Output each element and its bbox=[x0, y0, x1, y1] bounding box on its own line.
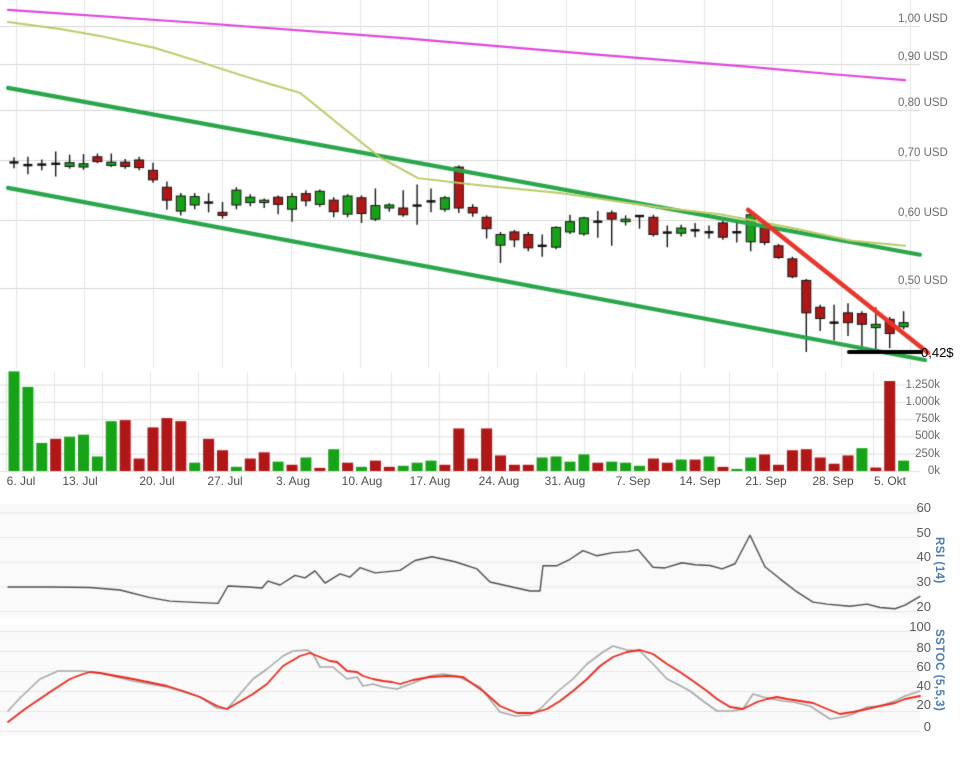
date-axis-label: 28. Sep bbox=[812, 474, 854, 488]
sstoc-axis-label: 60 bbox=[916, 659, 931, 674]
rsi-axis-label: 50 bbox=[916, 525, 931, 540]
date-axis-label: 10. Aug bbox=[341, 474, 383, 488]
sstoc-axis-label: 20 bbox=[916, 697, 931, 712]
price-axis-label: 0,90 USD bbox=[898, 51, 948, 63]
sstoc-axis-label: 100 bbox=[909, 619, 931, 634]
sstoc-panel-title: SSTOC (5,5,3) bbox=[933, 629, 945, 712]
date-axis-label: 20. Jul bbox=[139, 474, 175, 488]
volume-axis-label: 1.250k bbox=[905, 379, 940, 391]
rsi-axis-label: 60 bbox=[916, 500, 931, 515]
rsi-axis-label: 30 bbox=[916, 574, 931, 589]
volume-axis-label: 1.000k bbox=[905, 396, 940, 408]
date-axis-label: 13. Jul bbox=[62, 474, 98, 488]
volume-axis-label: 250k bbox=[915, 448, 940, 460]
date-axis-label: 14. Sep bbox=[679, 474, 721, 488]
date-axis-label: 24. Aug bbox=[478, 474, 520, 488]
price-axis-label: 0,50 USD bbox=[898, 275, 948, 287]
price-axis-label: 1,00 USD bbox=[898, 13, 948, 25]
price-axis-label: 0,80 USD bbox=[898, 97, 948, 109]
date-axis-label: 5. Okt bbox=[873, 474, 906, 488]
date-axis-label: 31. Aug bbox=[544, 474, 586, 488]
date-axis-label: 3. Aug bbox=[275, 474, 311, 488]
price-axis-label: 0,70 USD bbox=[898, 147, 948, 159]
volume-axis-label: 500k bbox=[915, 430, 940, 442]
rsi-axis-label: 40 bbox=[916, 549, 931, 564]
chart-root: 1,00 USD 0,90 USD 0,80 USD 0,70 USD 0,60… bbox=[0, 0, 968, 765]
sstoc-axis-label: 80 bbox=[916, 640, 931, 655]
sstoc-axis-label: 40 bbox=[916, 678, 931, 693]
date-axis-label: 21. Sep bbox=[745, 474, 787, 488]
date-axis-label: 27. Jul bbox=[207, 474, 243, 488]
date-axis-label: 17. Aug bbox=[409, 474, 451, 488]
rsi-axis-label: 20 bbox=[916, 599, 931, 614]
price-axis-label: 0,60 USD bbox=[898, 207, 948, 219]
date-axis-label: 6. Jul bbox=[6, 474, 36, 488]
sstoc-axis-label: 0 bbox=[923, 719, 931, 734]
volume-axis-label: 750k bbox=[915, 413, 940, 425]
rsi-panel-title: RSI (14) bbox=[933, 537, 945, 584]
date-axis-label: 7. Sep bbox=[615, 474, 651, 488]
chart-canvas[interactable] bbox=[0, 0, 968, 765]
support-price-annotation: 0,42$ bbox=[921, 345, 954, 360]
